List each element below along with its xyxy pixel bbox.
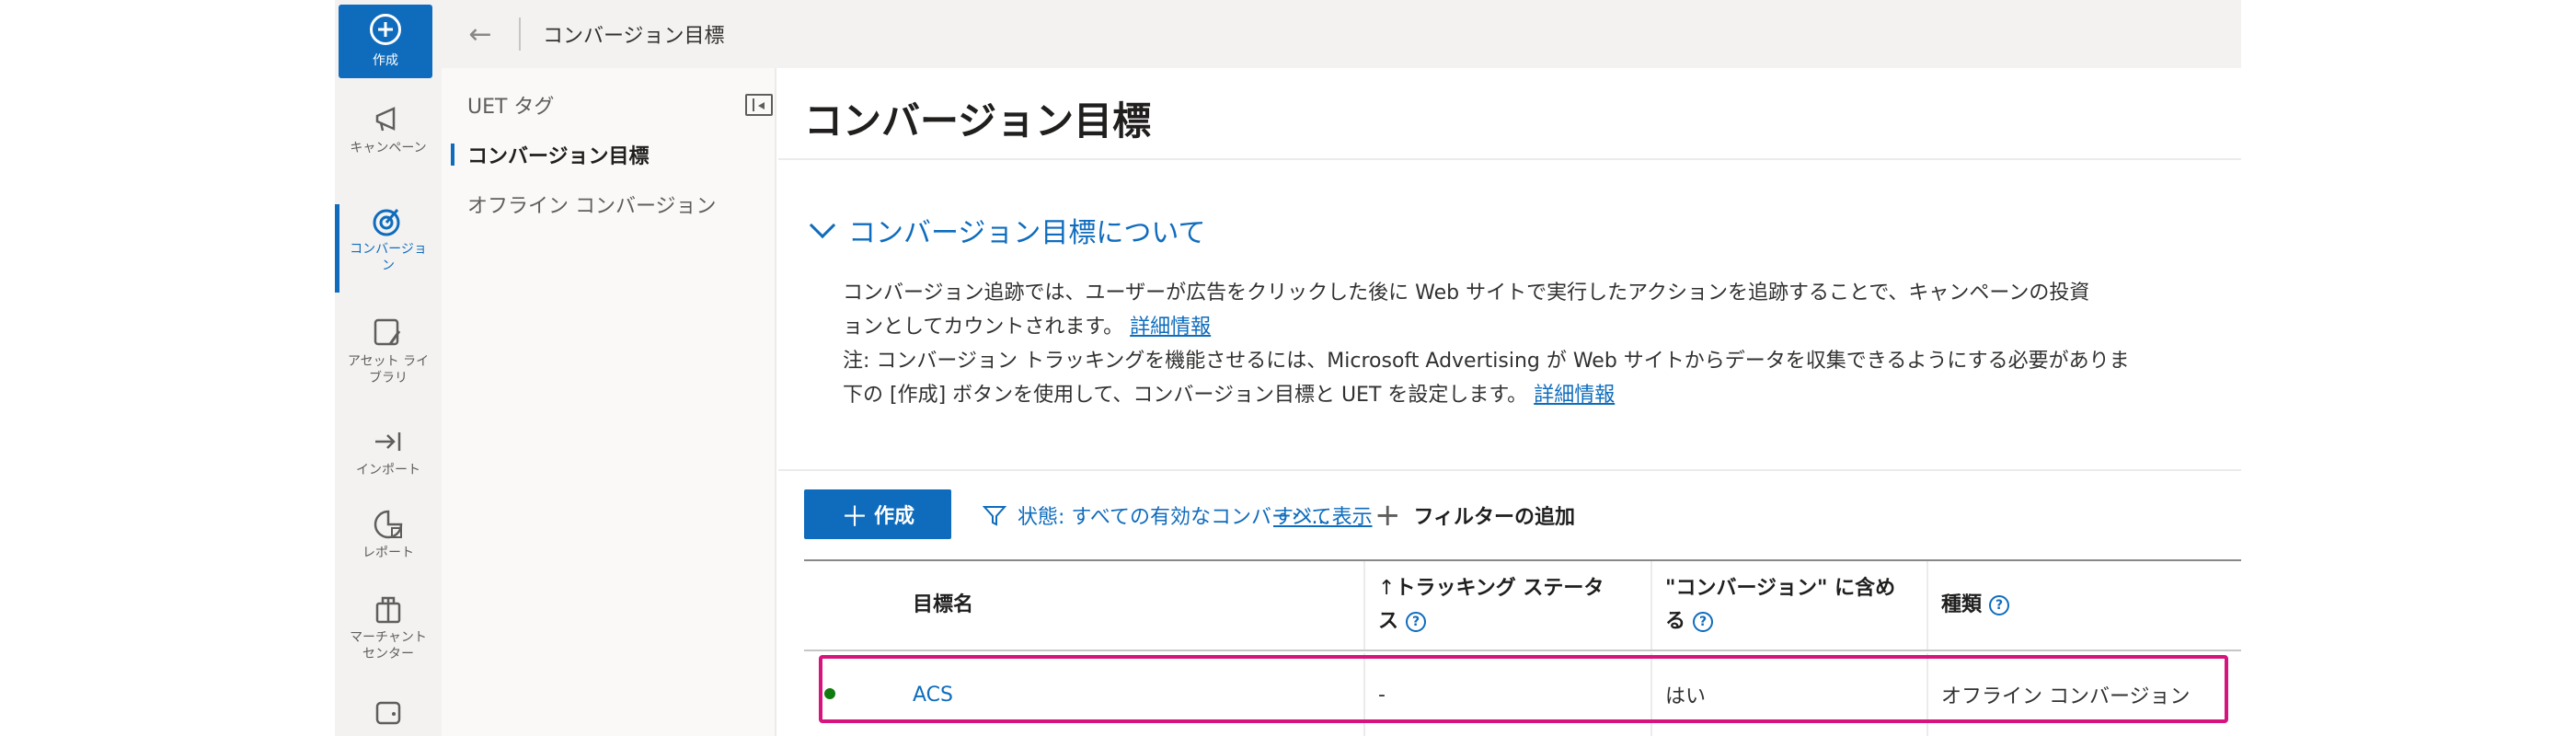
top-bar: ← コンバージョン目標	[442, 0, 2241, 68]
page-title: コンバージョン目標	[804, 98, 1152, 144]
chevron-down-icon	[809, 212, 836, 239]
plus-icon: +	[1374, 497, 1401, 534]
left-rail: 作成 キャンペーン コンバージョン アセット ライブラリ インポート レポート …	[335, 0, 442, 736]
status-dot	[824, 688, 835, 699]
rail-item-label: コンバージョン	[350, 242, 427, 273]
subnav-item-offline-conversions[interactable]: オフライン コンバージョン	[467, 190, 717, 219]
rail-item-wallet[interactable]	[335, 696, 442, 732]
table-row[interactable]: ACS - はい オフライン コンバージョン	[804, 653, 2241, 736]
about-toggle-label: コンバージョン目標について	[848, 217, 1206, 249]
include-cell: はい	[1650, 653, 1926, 736]
about-line-3: 注: コンバージョン トラッキングを機能させるには、Microsoft Adve…	[843, 350, 2130, 373]
help-icon[interactable]: ?	[1989, 595, 2010, 615]
import-icon	[375, 432, 401, 451]
shopping-bag-icon	[375, 596, 401, 624]
rail-item-conversions[interactable]: コンバージョン	[335, 204, 442, 293]
column-header-name[interactable]: 目標名	[913, 561, 1363, 650]
column-header-type[interactable]: 種類?	[1926, 561, 2241, 650]
collapse-pane-icon[interactable]	[745, 94, 773, 116]
about-line-1: コンバージョン追跡では、ユーザーが広告をクリックした後に Web サイトで実行し…	[843, 282, 2090, 305]
rail-item-label: インポート	[356, 463, 420, 477]
tracking-status-cell: -	[1363, 653, 1650, 736]
about-line-4: 下の [作成] ボタンを使用して、コンバージョン目標と UET を設定します。	[843, 384, 1528, 407]
rail-item-label: マーチャント センター	[350, 630, 427, 661]
plus-circle-icon	[370, 14, 401, 45]
about-description: コンバージョン追跡では、ユーザーが広告をクリックした後に Web サイトで実行し…	[843, 276, 2130, 412]
rail-item-asset-library[interactable]: アセット ライブラリ	[335, 316, 442, 386]
type-cell: オフライン コンバージョン	[1926, 653, 2241, 736]
app-window: 作成 キャンペーン コンバージョン アセット ライブラリ インポート レポート …	[335, 0, 2241, 736]
divider	[778, 469, 2241, 471]
sort-arrow-icon: ↑	[1378, 577, 1396, 600]
about-line-2: ョンとしてカウントされます。	[843, 316, 1124, 339]
rail-item-label: キャンペーン	[350, 141, 427, 155]
learn-more-link[interactable]: 詳細情報	[1534, 384, 1615, 407]
rail-create-label: 作成	[373, 53, 398, 68]
column-header-include-in-conversions[interactable]: "コンバージョン" に含め る?	[1650, 561, 1926, 650]
divider	[778, 158, 2241, 160]
plus-icon: ＋	[840, 501, 868, 534]
rail-item-merchant-center[interactable]: マーチャント センター	[335, 592, 442, 662]
add-filter-label: フィルターの追加	[1413, 506, 1576, 529]
rail-item-import[interactable]: インポート	[335, 425, 442, 478]
rail-item-reports[interactable]: レポート	[335, 508, 442, 561]
topbar-title: コンバージョン目標	[543, 25, 725, 48]
rail-item-label: アセット ライブラリ	[347, 354, 430, 385]
about-section-toggle[interactable]: コンバージョン目標について	[809, 210, 1206, 250]
rail-create-button[interactable]: 作成	[339, 5, 432, 78]
rail-item-label: レポート	[362, 546, 414, 560]
help-icon[interactable]: ?	[1406, 612, 1427, 632]
create-button-label: 作成	[873, 505, 914, 528]
report-icon	[374, 510, 403, 539]
create-button[interactable]: ＋ 作成	[804, 489, 951, 539]
column-header-tracking-status[interactable]: ↑トラッキング ステータ ス?	[1363, 561, 1650, 650]
help-icon[interactable]: ?	[1693, 612, 1714, 632]
subnav-item-uet-tag[interactable]: UET タグ	[467, 90, 554, 120]
asset-library-icon	[374, 318, 401, 346]
wallet-icon	[375, 701, 401, 725]
table-header: 目標名 ↑トラッキング ステータ ス? "コンバージョン" に含め る? 種類?	[804, 559, 2241, 651]
rail-item-campaigns[interactable]: キャンペーン	[335, 103, 442, 156]
filter-icon	[983, 506, 1006, 526]
subnav-item-conversion-goals[interactable]: コンバージョン目標	[451, 140, 650, 169]
main-content: コンバージョン目標 コンバージョン目標について コンバージョン追跡では、ユーザー…	[778, 68, 2241, 736]
megaphone-icon	[375, 107, 396, 132]
secondary-nav: UET タグ コンバージョン目標 オフライン コンバージョン	[442, 68, 776, 736]
add-filter-button[interactable]: + フィルターの追加	[1374, 497, 1575, 534]
goal-name-link[interactable]: ACS	[913, 653, 1363, 736]
topbar-divider	[519, 17, 521, 51]
back-arrow-icon[interactable]: ←	[442, 18, 519, 51]
learn-more-link[interactable]: 詳細情報	[1130, 316, 1211, 339]
target-icon	[373, 209, 400, 236]
show-all-link[interactable]: すべて表示	[1273, 500, 1373, 530]
